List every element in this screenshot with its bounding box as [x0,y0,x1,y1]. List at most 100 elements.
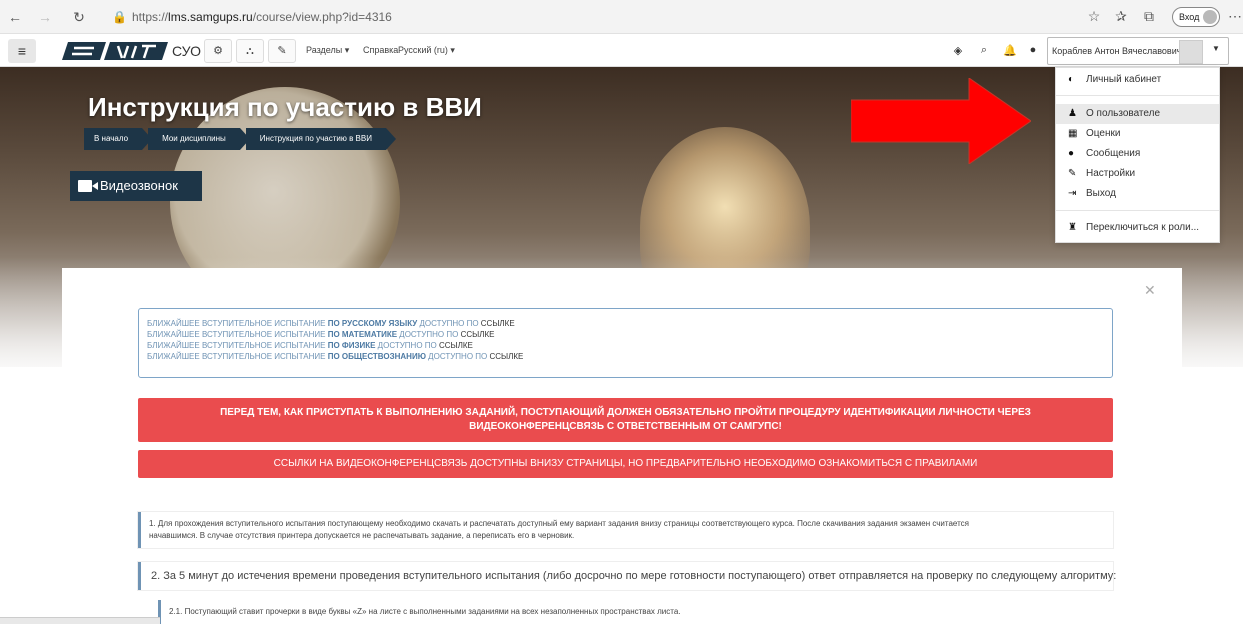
user-secret-icon: ♜ [1068,222,1077,233]
grades-table-icon: ▦ [1068,128,1078,139]
identification-warning-banner: ПЕРЕД ТЕМ, КАК ПРИСТУПАТЬ К ВЫПОЛНЕНИЮ З… [138,398,1113,442]
identification-warning-line2: ВИДЕОКОНФЕРЕНЦСВЯЗЬ С ОТВЕТСТВЕННЫМ ОТ С… [469,421,782,432]
breadcrumb-home[interactable]: В начало [84,128,153,150]
notice-text: ДОСТУПНО ПО [425,352,490,361]
notice-subject: ПО РУССКОМУ ЯЗЫКУ [327,319,418,328]
more-menu-icon[interactable]: ⋯ [1226,8,1243,25]
menu-item-label: Переключиться к роли... [1086,222,1200,233]
back-arrow-icon[interactable]: ← [6,8,24,26]
message-bubble-icon: ● [1068,148,1075,159]
menu-item-profile[interactable]: ♟ О пользователе [1056,104,1219,124]
wrench-icon: ✎ [1068,168,1077,179]
bell-icon[interactable]: 🔔 [1003,44,1017,57]
sitemap-icon[interactable]: ⛬ [236,39,264,63]
notice-text: ДОСТУПНО ПО [397,330,461,339]
menu-item-label: О пользователе [1086,108,1161,119]
search-icon[interactable]: ⌕ [977,44,991,57]
edit-icon[interactable]: ✎ [268,39,296,63]
hamburger-menu-icon[interactable]: ≡ [8,39,36,63]
notice-line-physics: БЛИЖАЙШЕЕ ВСТУПИТЕЛЬНОЕ ИСПЫТАНИЕ ПО ФИЗ… [147,340,1104,351]
menu-item-label: Личный кабинет [1086,74,1162,85]
sections-label: Разделы [306,45,343,55]
menu-item-label: Оценки [1086,128,1121,139]
chat-icon[interactable]: ● [1026,44,1040,56]
login-label: Вход [1179,12,1200,22]
video-call-label: Видеозвонок [100,178,178,193]
language-menu[interactable]: Русский (ru) ▾ [398,45,455,56]
notice-subject: ПО ФИЗИКЕ [327,341,376,350]
menu-divider [1056,210,1219,211]
lock-icon: 🔒 [112,10,127,24]
menu-item-preferences[interactable]: ✎ Настройки [1056,164,1219,184]
instruction-step-1: 1. Для прохождения вступительного испыта… [138,512,1113,548]
notice-subject: ПО ОБЩЕСТВОЗНАНИЮ [327,352,426,361]
language-label: Русский (ru) [398,45,448,55]
sections-menu[interactable]: Разделы ▾ [306,45,349,56]
notice-text: БЛИЖАЙШЕЕ ВСТУПИТЕЛЬНОЕ ИСПЫТАНИЕ [147,341,328,350]
user-dropdown-menu: ◐ Личный кабинет ♟ О пользователе ▦ Оценки … [1055,67,1220,243]
menu-divider [1056,95,1219,96]
browser-login-button[interactable]: Вход [1172,7,1220,27]
notice-text: БЛИЖАЙШЕЕ ВСТУПИТЕЛЬНОЕ ИСПЫТАНИЕ [147,330,328,339]
url-host: lms.samgups.ru [168,10,253,24]
menu-item-messages[interactable]: ● Сообщения [1056,144,1219,164]
reload-icon[interactable]: ↻ [70,8,88,26]
notice-link-math[interactable]: ССЫЛКЕ [461,330,495,339]
red-pointer-arrow [851,78,1031,164]
notice-link-physics[interactable]: ССЫЛКЕ [439,341,473,350]
close-icon[interactable]: ✕ [1144,282,1156,299]
page-title: Инструкция по участию в ВВИ [88,92,482,122]
video-call-button[interactable]: Видеозвонок [70,171,202,201]
video-camera-icon [78,180,98,192]
menu-item-label: Выход [1086,188,1116,199]
samgups-logo[interactable] [62,40,168,62]
breadcrumb-current-course[interactable]: Инструкция по участию в ВВИ [245,128,397,150]
profile-avatar-icon [1203,10,1217,24]
url-path: /course/view.php?id=4316 [252,10,392,24]
url-prefix: https:// [132,10,169,24]
star-icon[interactable]: ☆ [1085,8,1103,25]
logout-icon: ⇥ [1068,188,1077,199]
menu-item-label: Настройки [1086,168,1136,179]
notice-link-russian[interactable]: ССЫЛКЕ [481,319,515,328]
step-1-text-line1: 1. Для прохождения вступительного испыта… [149,519,969,528]
menu-item-dashboard[interactable]: ◐ Личный кабинет [1056,70,1219,90]
browser-status-bar [0,617,160,624]
breadcrumb-my-courses[interactable]: Мои дисциплины [148,128,250,150]
site-navbar: ≡ СУО ⚙ ⛬ ✎ Разделы ▾ Справка Русский (r… [0,35,1243,67]
site-name[interactable]: СУО [172,43,201,59]
caret-down-icon: ▼ [1212,44,1220,53]
notice-subject: ПО МАТЕМАТИКЕ [327,330,398,339]
browser-toolbar: ← → ↻ 🔒 https://lms.samgups.ru/course/vie… [0,0,1243,34]
notice-line-social: БЛИЖАЙШЕЕ ВСТУПИТЕЛЬНОЕ ИСПЫТАНИЕ ПО ОБЩ… [147,351,1104,362]
notice-link-social[interactable]: ССЫЛКЕ [489,352,523,361]
help-link[interactable]: Справка [363,45,398,55]
eye-slash-icon[interactable]: ◈ [951,44,965,57]
notice-text: БЛИЖАЙШЕЕ ВСТУПИТЕЛЬНОЕ ИСПЫТАНИЕ [147,352,328,361]
forward-arrow-icon[interactable]: → [36,8,54,26]
notice-text: ДОСТУПНО ПО [375,341,439,350]
user-menu-toggle[interactable]: Кораблев Антон Вячеславович ▼ [1047,37,1229,65]
menu-item-logout[interactable]: ⇥ Выход [1056,184,1219,204]
notice-text: ДОСТУПНО ПО [417,319,481,328]
favorites-icon[interactable]: ✰ [1112,8,1130,25]
menu-item-label: Сообщения [1086,148,1141,159]
upcoming-exams-notice: БЛИЖАЙШЕЕ ВСТУПИТЕЛЬНОЕ ИСПЫТАНИЕ ПО РУС… [138,308,1113,378]
user-icon: ♟ [1068,108,1077,119]
menu-item-grades[interactable]: ▦ Оценки [1056,124,1219,144]
cogs-icon[interactable]: ⚙ [204,39,232,63]
notice-line-math: БЛИЖАЙШЕЕ ВСТУПИТЕЛЬНОЕ ИСПЫТАНИЕ ПО МАТ… [147,329,1104,340]
step-1-text-line2: начавшимся. В случае отсутствия принтера… [149,531,575,540]
dashboard-icon: ◐ [1068,74,1075,85]
instruction-step-2-1: 2.1. Поступающий ставит прочерки в виде … [158,600,1113,624]
menu-item-switch-role[interactable]: ♜ Переключиться к роли... [1056,218,1219,238]
user-avatar [1179,40,1203,64]
collections-icon[interactable]: ⧉ [1140,8,1158,25]
notice-text: БЛИЖАЙШЕЕ ВСТУПИТЕЛЬНОЕ ИСПЫТАНИЕ [147,319,328,328]
identification-warning-line1: ПЕРЕД ТЕМ, КАК ПРИСТУПАТЬ К ВЫПОЛНЕНИЮ З… [220,407,1031,418]
address-bar[interactable]: 🔒 https://lms.samgups.ru/course/view.php?… [112,7,872,27]
notice-line-russian: БЛИЖАЙШЕЕ ВСТУПИТЕЛЬНОЕ ИСПЫТАНИЕ ПО РУС… [147,318,1104,329]
video-links-info-banner: ССЫЛКИ НА ВИДЕОКОНФЕРЕНЦСВЯЗЬ ДОСТУПНЫ В… [138,450,1113,478]
user-name: Кораблев Антон Вячеславович [1052,46,1182,56]
instruction-step-2: 2. За 5 минут до истечения времени прове… [138,562,1116,590]
